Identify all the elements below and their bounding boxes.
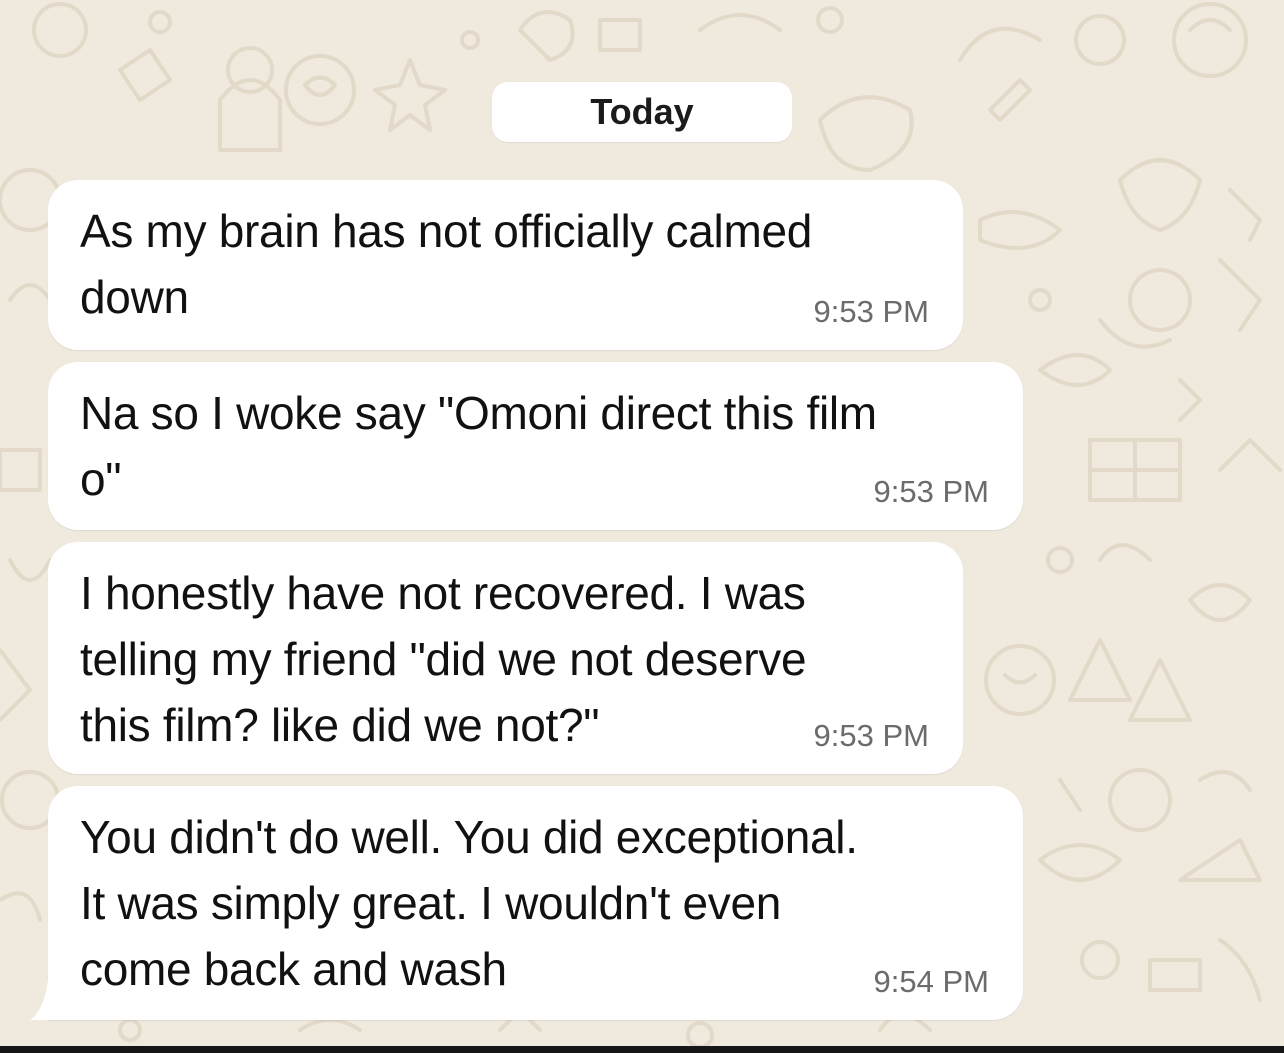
message-text: As my brain has not officially calmed do… — [80, 205, 813, 323]
message-text: Na so I woke say "Omoni direct this film… — [80, 387, 877, 505]
message-timestamp: 9:53 PM — [813, 718, 929, 753]
message-timestamp: 9:54 PM — [873, 964, 989, 999]
bubble-tail — [30, 980, 48, 1020]
message-timestamp: 9:53 PM — [813, 294, 929, 329]
message-text: I honestly have not recovered. I was tel… — [80, 567, 807, 751]
message-bubble[interactable]: You didn't do well. You did exceptional.… — [48, 786, 1023, 1020]
message-bubble[interactable]: Na so I woke say "Omoni direct this film… — [48, 362, 1023, 530]
message-bubble[interactable]: As my brain has not officially calmed do… — [48, 180, 963, 350]
chat-background: Today As my brain has not officially cal… — [0, 0, 1284, 1053]
message-timestamp: 9:53 PM — [873, 474, 989, 509]
bottom-edge-bar — [0, 1046, 1284, 1053]
message-bubble[interactable]: I honestly have not recovered. I was tel… — [48, 542, 963, 774]
date-divider: Today — [492, 82, 792, 142]
message-text: You didn't do well. You did exceptional.… — [80, 811, 858, 995]
